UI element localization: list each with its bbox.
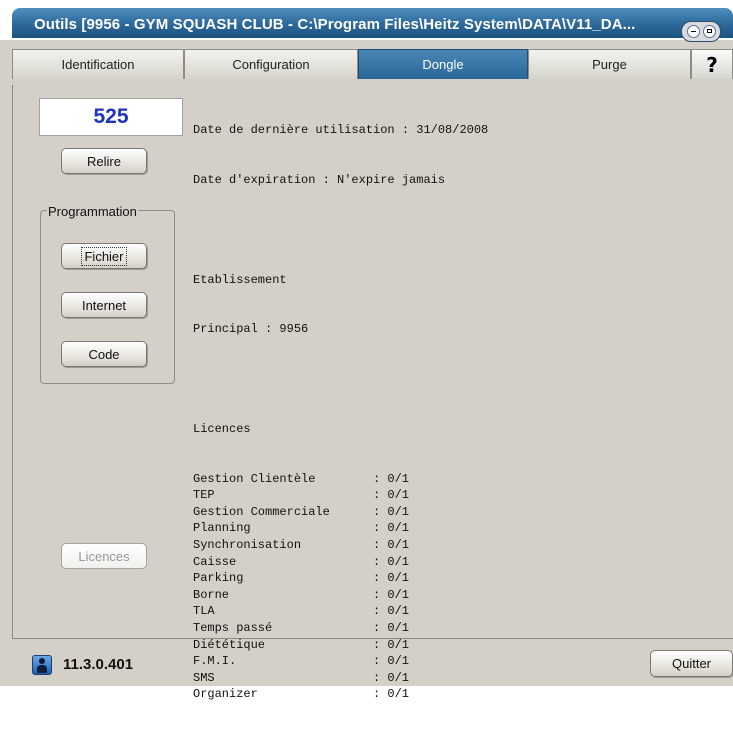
reload-button-label: Relire	[87, 153, 121, 169]
licence-row: Caisse : 0/1	[193, 554, 593, 571]
version-label: 11.3.0.401	[63, 656, 134, 673]
code-button-label: Code	[88, 346, 120, 362]
tab-dongle[interactable]: Dongle	[358, 49, 528, 79]
licence-row: Borne : 0/1	[193, 587, 593, 604]
maximize-icon[interactable]	[702, 25, 716, 38]
internet-button[interactable]: Internet	[61, 292, 147, 318]
licence-value: : 0/1	[373, 587, 410, 602]
licence-row: Organizer : 0/1	[193, 686, 593, 703]
file-button[interactable]: Fichier	[61, 243, 147, 269]
title-bar[interactable]: Outils [9956 - GYM SQUASH CLUB - C:\Prog…	[0, 0, 733, 42]
expiration-date: Date d'expiration : N'expire jamais	[193, 172, 446, 187]
licence-row: TLA : 0/1	[193, 603, 593, 620]
licence-row: Gestion Commerciale : 0/1	[193, 504, 593, 521]
licence-name: Borne	[193, 587, 230, 602]
last-use-date: Date de dernière utilisation : 31/08/200…	[193, 123, 489, 138]
licence-name: SMS	[193, 670, 215, 685]
internet-button-label: Internet	[81, 297, 127, 313]
licence-value: : 0/1	[373, 504, 410, 519]
licence-value: : 0/1	[373, 654, 410, 669]
licence-value: : 0/1	[373, 538, 410, 553]
licence-row: Parking : 0/1	[193, 570, 593, 587]
principal-establishment: Principal : 9956	[193, 322, 309, 337]
help-icon: ?	[706, 52, 718, 77]
code-button[interactable]: Code	[61, 341, 147, 367]
licence-list: Gestion Clientèle: 0/1 TEP: 0/1 Gestion Co…	[193, 471, 593, 703]
licences-button-label: Licences	[78, 548, 130, 564]
quit-button-label: Quitter	[671, 656, 711, 671]
licence-name: Parking	[193, 571, 244, 586]
window-title: Outils [9956 - GYM SQUASH CLUB - C:\Prog…	[34, 16, 636, 33]
licence-value: : 0/1	[373, 471, 410, 486]
licence-name: Synchronisation	[193, 538, 302, 553]
licence-value: : 0/1	[373, 521, 410, 536]
tab-label: Identification	[61, 57, 135, 72]
licence-name: Temps passé	[193, 621, 273, 635]
file-button-label: Fichier	[81, 246, 127, 266]
licence-name: Caisse	[193, 554, 237, 569]
user-icon[interactable]	[32, 655, 52, 675]
licence-row: Temps passé : 0/1	[193, 620, 593, 637]
licence-name: TLA	[193, 604, 215, 619]
licence-name: Gestion Commerciale	[193, 504, 330, 519]
tab-purge[interactable]: Purge	[528, 49, 691, 79]
licence-row: Synchronisation : 0/1	[193, 537, 593, 554]
licence-value: : 0/1	[373, 571, 410, 586]
licence-row: Gestion Clientèle : 0/1	[193, 471, 593, 488]
establishment-header: Etablissement	[193, 272, 287, 287]
licence-row: Planning : 0/1	[193, 520, 593, 537]
help-button[interactable]: ?	[691, 49, 733, 79]
programmation-group-title: Programmation	[47, 204, 138, 219]
licence-name: Gestion Clientèle	[193, 471, 316, 486]
licence-value: : 0/1	[373, 670, 410, 685]
licence-value: : 0/1	[373, 687, 410, 702]
tools-window: Outils [9956 - GYM SQUASH CLUB - C:\Prog…	[0, 0, 733, 701]
licence-name: F.M.I.	[193, 654, 237, 669]
tab-configuration[interactable]: Configuration	[184, 49, 358, 79]
window-controls	[681, 21, 721, 42]
licence-value: : 0/1	[373, 604, 410, 619]
licences-header: Licences	[193, 421, 251, 436]
dongle-info: Date de dernière utilisation : 31/08/200…	[193, 89, 593, 736]
tab-identification[interactable]: Identification	[12, 49, 184, 79]
tab-label: Configuration	[232, 57, 310, 72]
minimize-icon[interactable]	[686, 25, 700, 38]
tab-bar: Identification Configuration Dongle Purg…	[12, 49, 733, 79]
licence-value: : 0/1	[373, 488, 410, 503]
quit-button[interactable]: Quitter	[650, 650, 733, 677]
tab-label: Dongle	[422, 57, 464, 72]
licence-name: TEP	[193, 488, 215, 503]
licence-row: SMS : 0/1	[193, 670, 593, 687]
tab-label: Purge	[592, 57, 627, 72]
licences-button[interactable]: Licences	[61, 543, 147, 569]
title-bar-frame: Outils [9956 - GYM SQUASH CLUB - C:\Prog…	[12, 8, 733, 42]
licence-name: Planning	[193, 521, 251, 536]
licence-name: Organizer	[193, 687, 258, 702]
licence-value: : 0/1	[373, 637, 410, 652]
reload-button[interactable]: Relire	[61, 148, 147, 174]
counter-display: 525	[39, 98, 183, 136]
licence-row: TEP : 0/1	[193, 487, 593, 504]
licence-row: F.M.I. : 0/1	[193, 653, 593, 670]
licence-value: : 0/1	[373, 621, 410, 635]
licence-value: : 0/1	[373, 554, 410, 569]
licence-name: Diététique	[193, 637, 266, 652]
licence-row: Diététique : 0/1	[193, 637, 593, 654]
